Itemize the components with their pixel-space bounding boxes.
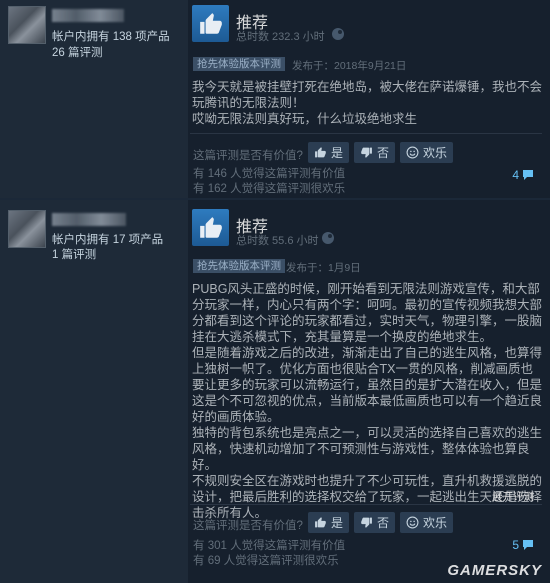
vote-funny-label: 欢乐 [423, 516, 448, 530]
comment-count: 5 [512, 538, 519, 552]
vote-funny-label: 欢乐 [423, 146, 448, 160]
funny-count: 有 162 人觉得这篇评测很欢乐 [193, 183, 346, 195]
comment-icon [523, 170, 533, 180]
owned-products[interactable]: 帐户内拥有 17 项产品 [52, 231, 163, 247]
review-body: 我今天就是被挂壁打死在绝地岛，被大佬在萨诺爆锤，我也不会玩腾讯的无限法则！ 哎呦… [192, 79, 542, 127]
comment-count: 4 [512, 168, 519, 182]
review-paragraph: PUBG风头正盛的时候，刚开始看到无限法则游戏宣传，和大部分玩家一样，内心只有两… [192, 282, 543, 344]
vote-no-button[interactable]: 否 [354, 142, 396, 163]
helpful-question: 这篇评测是否有价值? [193, 520, 303, 532]
review-count[interactable]: 26 篇评测 [52, 44, 103, 60]
vote-funny-button[interactable]: 欢乐 [400, 142, 454, 163]
helpful-question: 这篇评测是否有价值? [193, 150, 303, 162]
avatar[interactable] [8, 210, 46, 248]
owned-products[interactable]: 帐户内拥有 138 项产品 [52, 28, 170, 44]
playtime-hours: 总时数 232.3 小时 [236, 31, 325, 43]
vote-no-label: 否 [377, 146, 390, 160]
vote-stats: 有 146 人觉得这篇评测有价值 有 162 人觉得这篇评测很欢乐 [193, 167, 345, 197]
thumbs-up-icon [315, 517, 326, 528]
review-paragraph: 哎呦无限法则真好玩，什么垃圾绝地求生 [192, 112, 418, 126]
review-count[interactable]: 1 篇评测 [52, 246, 96, 262]
early-access-tag: 抢先体验版本评测 [193, 259, 285, 273]
divider [190, 133, 542, 134]
divider [190, 504, 542, 505]
vote-yes-button[interactable]: 是 [308, 512, 350, 533]
vote-no-label: 否 [377, 516, 390, 530]
vote-yes-label: 是 [331, 516, 344, 530]
review-card: 帐户内拥有 17 项产品 1 篇评测 推荐 总时数 55.6 小时 抢先体验版本… [0, 200, 550, 583]
expand-review-link[interactable]: 展开评测 [492, 489, 534, 504]
thumbs-up-icon [315, 147, 326, 158]
review-body: PUBG风头正盛的时候，刚开始看到无限法则游戏宣传，和大部分玩家一样，内心只有两… [192, 281, 542, 521]
vote-yes-button[interactable]: 是 [308, 142, 350, 163]
reviewer-panel: 帐户内拥有 17 项产品 1 篇评测 [0, 200, 188, 583]
watermark-logo: GAMERSKY [447, 562, 542, 579]
funny-count: 有 69 人觉得这篇评测很欢乐 [193, 555, 339, 567]
vote-funny-button[interactable]: 欢乐 [400, 512, 454, 533]
comment-count-link[interactable]: 5 [512, 538, 534, 552]
comment-count-link[interactable]: 4 [512, 168, 534, 182]
review-paragraph: 我今天就是被挂壁打死在绝地岛，被大佬在萨诺爆锤，我也不会玩腾讯的无限法则！ [192, 80, 543, 110]
posted-date: 发布于：2018年9月21日 [292, 60, 407, 72]
reviewer-panel: 帐户内拥有 138 项产品 26 篇评测 [0, 0, 188, 198]
vote-yes-label: 是 [331, 146, 344, 160]
review-paragraph: 但是随着游戏之后的改进，渐渐走出了自己的逃生风格，也算得上独树一帜了。优化方面也… [192, 346, 543, 424]
steam-icon [332, 28, 344, 40]
helpful-count: 有 146 人觉得这篇评测有价值 [193, 168, 346, 180]
posted-date: 发布于：1月9日 [286, 262, 361, 274]
thumbs-down-icon [361, 147, 372, 158]
thumbs-up-icon [192, 209, 229, 246]
vote-no-button[interactable]: 否 [354, 512, 396, 533]
thumbs-up-icon [192, 5, 229, 42]
reviewer-name[interactable] [52, 213, 126, 226]
smile-icon [406, 146, 419, 159]
steam-icon [322, 232, 334, 244]
comment-icon [523, 540, 533, 550]
thumbs-down-icon [361, 517, 372, 528]
helpful-count: 有 301 人觉得这篇评测有价值 [193, 540, 346, 552]
early-access-tag: 抢先体验版本评测 [193, 57, 285, 71]
smile-icon [406, 516, 419, 529]
playtime-hours: 总时数 55.6 小时 [236, 235, 319, 247]
avatar[interactable] [8, 6, 46, 44]
reviewer-name[interactable] [52, 9, 124, 22]
vote-stats: 有 301 人觉得这篇评测有价值 有 69 人觉得这篇评测很欢乐 [193, 539, 345, 569]
review-paragraph: 独特的背包系统也是亮点之一，可以灵活的选择自己喜欢的逃生风格，快速机动增加了不可… [192, 426, 543, 472]
review-card: 帐户内拥有 138 项产品 26 篇评测 推荐 总时数 232.3 小时 抢先体… [0, 0, 550, 198]
